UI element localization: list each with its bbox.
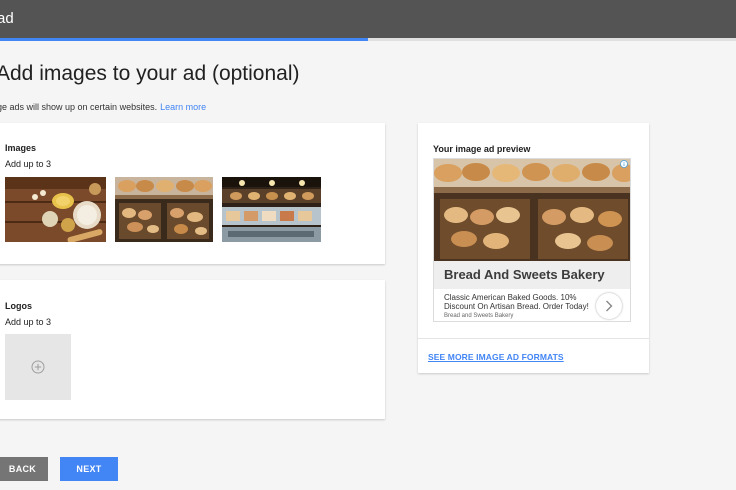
progress-bar-fill bbox=[0, 38, 368, 41]
image-ad-preview: Bread And Sweets Bakery Classic American… bbox=[433, 158, 631, 322]
images-card: Images Add up to 3 bbox=[0, 123, 385, 264]
logos-subtitle: Add up to 3 bbox=[5, 317, 52, 327]
preview-divider bbox=[418, 338, 649, 339]
page-subtitle-text: ge ads will show up on certain websites. bbox=[0, 102, 158, 112]
learn-more-link[interactable]: Learn more bbox=[160, 102, 206, 112]
preview-title: Your image ad preview bbox=[433, 144, 531, 154]
bakery-display-image[interactable] bbox=[115, 177, 213, 242]
ad-display-url: Bread and Sweets Bakery bbox=[444, 313, 514, 319]
info-icon[interactable] bbox=[620, 160, 628, 168]
plus-circle-icon bbox=[31, 360, 45, 374]
ad-description: Classic American Baked Goods. 10% Discou… bbox=[444, 293, 589, 311]
ad-preview-card: Your image ad preview Bread And Sweets B… bbox=[418, 123, 649, 373]
ad-bakery-image bbox=[434, 159, 630, 261]
ad-arrow-button[interactable] bbox=[596, 293, 622, 319]
top-app-bar: ad bbox=[0, 0, 736, 38]
logos-card: Logos Add up to 3 bbox=[0, 280, 385, 419]
images-subtitle: Add up to 3 bbox=[5, 159, 52, 169]
add-logo-button[interactable] bbox=[5, 334, 71, 400]
next-button[interactable]: NEXT bbox=[60, 457, 118, 481]
logos-title: Logos bbox=[5, 301, 32, 311]
ad-headline-band: Bread And Sweets Bakery bbox=[434, 261, 630, 289]
see-more-formats-link[interactable]: SEE MORE IMAGE AD FORMATS bbox=[428, 352, 564, 362]
ad-headline: Bread And Sweets Bakery bbox=[444, 267, 605, 282]
page-subtitle: ge ads will show up on certain websites.… bbox=[0, 102, 206, 112]
app-bar-title: ad bbox=[0, 10, 14, 27]
progress-bar bbox=[0, 38, 736, 41]
images-title: Images bbox=[5, 143, 37, 153]
chevron-right-icon bbox=[606, 300, 613, 312]
back-button[interactable]: BACK bbox=[0, 457, 48, 481]
page-title: Add images to your ad (optional) bbox=[0, 62, 300, 85]
baking-ingredients-image[interactable] bbox=[5, 177, 106, 242]
bakery-counter-image[interactable] bbox=[222, 177, 321, 242]
